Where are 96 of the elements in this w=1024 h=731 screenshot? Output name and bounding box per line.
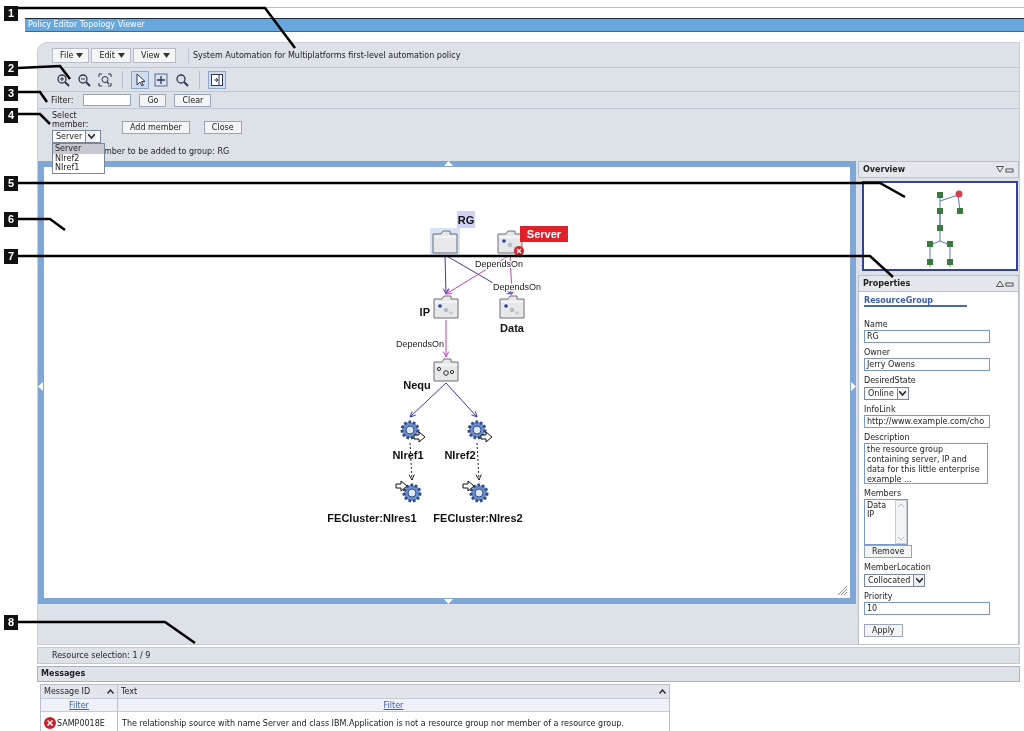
resource-folder-icon[interactable] [497, 230, 524, 256]
apply-button[interactable]: Apply [864, 624, 903, 637]
filter-button[interactable]: Go [139, 93, 167, 107]
chevron-down-icon [899, 391, 907, 396]
leader-line [17, 64, 71, 80]
member-button[interactable]: Add member [122, 121, 190, 134]
menu-button[interactable]: View [132, 47, 176, 63]
select-member-label: Select member: [52, 111, 90, 129]
leader-line [18, 217, 66, 231]
error-node-label: Server [520, 226, 568, 242]
leader-line [18, 112, 51, 125]
relationship-arrow [442, 319, 450, 358]
select-field[interactable]: Online [864, 387, 909, 400]
callout-number: 2 [4, 61, 18, 76]
field-label: MemberLocation [864, 563, 931, 573]
field-label: Description [864, 433, 910, 443]
resize-grip-icon[interactable] [836, 584, 848, 596]
member-hint: mber to be added to group: RG [104, 147, 231, 156]
node-label: FECluster:NIres2 [433, 512, 523, 524]
remove-button[interactable]: Remove [864, 545, 913, 558]
node-label: NIref2 [444, 449, 476, 461]
zoom-fit-icon[interactable] [96, 70, 114, 89]
panel-title: Overview [863, 165, 906, 174]
filter-link[interactable]: Filter [383, 701, 404, 710]
message-id: SAMP0018E [57, 718, 105, 728]
callout-number: 6 [4, 212, 18, 227]
text-field[interactable]: RG [864, 330, 990, 343]
field-label: Owner [864, 348, 891, 358]
field-label: Members [864, 489, 902, 499]
text-field[interactable]: Jerry Owens [864, 358, 990, 371]
node-label: IP [419, 306, 430, 318]
chevron-down-icon [87, 134, 95, 139]
window-title: Policy Editor Topology Viewer [25, 18, 1024, 32]
sort-caret-icon[interactable] [659, 689, 666, 694]
menu-button[interactable]: File [52, 47, 90, 63]
panel-icon[interactable] [208, 70, 226, 89]
filter-button[interactable]: Clear [174, 93, 212, 107]
menu-button[interactable]: Edit [91, 47, 131, 63]
leader-line [18, 90, 49, 103]
callout-number: 5 [4, 176, 18, 191]
select-field[interactable]: Collocated [864, 574, 926, 587]
members-list[interactable]: Data IP [864, 499, 908, 545]
text-field[interactable]: 10 [864, 602, 990, 615]
policy-title: System Automation for Multiplatforms first-level automation policy [187, 47, 461, 63]
member-select[interactable]: Server [52, 130, 101, 143]
member-item[interactable]: IP [867, 510, 893, 519]
callout-number: 3 [4, 86, 18, 101]
gear-icon[interactable] [400, 420, 426, 443]
dropdown-option[interactable]: Server [53, 144, 104, 154]
gear-icon[interactable] [467, 420, 493, 443]
member-item[interactable]: Data [867, 501, 893, 510]
relationship-label: DependsOn [396, 339, 444, 349]
caret-icon [162, 52, 170, 58]
node-label: Data [500, 322, 524, 334]
text-field[interactable]: http://www.example.com/cho [864, 415, 990, 428]
node-label: Nequ [403, 379, 431, 391]
field-label: Name [864, 320, 888, 330]
gear-icon[interactable] [395, 480, 422, 503]
pointer-icon[interactable] [131, 70, 149, 89]
filter-label: Filter: [51, 95, 74, 105]
dropdown-option[interactable]: NIref2 [53, 153, 104, 163]
scrollbar-icon[interactable] [895, 500, 907, 544]
sort-caret-icon[interactable] [107, 689, 114, 694]
gear-icon[interactable] [462, 480, 489, 503]
collapse-icon[interactable] [996, 166, 1014, 173]
description-field[interactable]: the resource group containing server, IP and data for this little enterprise example ... [864, 443, 988, 484]
node-label: NIref1 [392, 449, 424, 461]
dropdown-option[interactable]: NIref1 [53, 163, 104, 173]
field-label: InfoLink [864, 405, 896, 415]
resource-folder-icon[interactable] [433, 358, 459, 382]
reference-arrow [475, 442, 482, 481]
column-header[interactable]: Message ID [41, 685, 118, 699]
panel-title: Properties [863, 279, 911, 288]
caret-icon [76, 52, 84, 58]
field-label: Priority [864, 592, 893, 602]
callout-number: 8 [4, 615, 18, 630]
filter-link[interactable]: Filter [69, 701, 89, 710]
node-label: FECluster:NIres1 [327, 512, 417, 524]
field-label: DesiredState [864, 376, 916, 386]
member-button[interactable]: Close [203, 121, 242, 134]
resource-type-link[interactable]: ResourceGroup [864, 296, 968, 307]
resource-selection-text: Resource selection: 1 / 9 [52, 651, 151, 660]
column-header[interactable]: Text [118, 685, 669, 699]
callout-number: 7 [4, 249, 18, 264]
node-label: RG [457, 214, 475, 226]
messages-title: Messages [41, 669, 86, 678]
overview-map-drawing[interactable] [862, 181, 1018, 271]
chevron-down-icon [915, 578, 923, 583]
expand-icon[interactable] [996, 280, 1014, 287]
caret-icon [117, 52, 125, 58]
callout-number: 4 [4, 108, 18, 123]
callout-number: 1 [4, 6, 18, 21]
message-text: The relationship source with name Server and class IBM.Application is not a resource group nor member of a resource group. [122, 718, 624, 728]
relationship-arrow [445, 382, 478, 418]
filter-field[interactable] [83, 94, 132, 106]
pan-icon[interactable] [152, 70, 170, 89]
